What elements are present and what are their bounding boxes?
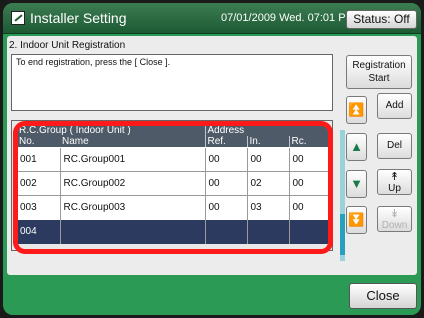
cell-in: 02: [246, 171, 289, 196]
cell-name: RC.Group002: [59, 171, 205, 196]
cell-ref: 00: [204, 171, 247, 196]
line-up-icon: ▲: [350, 139, 363, 154]
delete-button[interactable]: Del: [377, 133, 412, 159]
cell-name: [59, 219, 205, 244]
cell-ref: 00: [204, 147, 247, 172]
table-row[interactable]: 002 RC.Group002 00 02 00: [17, 171, 328, 196]
page-up-icon: ⏫: [348, 102, 365, 117]
cell-ref: [204, 219, 247, 244]
cell-no: 003: [17, 195, 60, 220]
move-down-button[interactable]: ↡ Down: [377, 206, 412, 232]
line-up-button[interactable]: ▲: [346, 133, 367, 161]
cell-in: 00: [246, 147, 289, 172]
unit-registration-table: R.C.Group ( Indoor Unit ) Address No. Na…: [17, 125, 328, 244]
move-up-button[interactable]: ↟ Up: [377, 169, 412, 195]
line-down-icon: ▼: [350, 176, 363, 191]
add-button[interactable]: Add: [377, 93, 412, 119]
move-up-icon: ↟: [389, 171, 400, 183]
cell-name: RC.Group003: [59, 195, 205, 220]
datetime-display: 07/01/2009 Wed. 07:01 PM: [221, 12, 355, 24]
window-title: Installer Setting: [30, 10, 127, 26]
registration-panel: 2. Indoor Unit Registration To end regis…: [7, 36, 417, 275]
cell-name: RC.Group001: [59, 147, 205, 172]
move-down-icon: ↡: [389, 208, 400, 220]
message-box: To end registration, press the [ Close ]…: [11, 54, 333, 111]
table-row[interactable]: 001 RC.Group001 00 00 00: [17, 147, 328, 172]
column-header-no: No.: [17, 136, 60, 148]
list-scrollbar-thumb[interactable]: [340, 214, 345, 255]
column-header-in: In.: [246, 136, 289, 148]
close-button[interactable]: Close: [349, 283, 417, 309]
cell-rc: 00: [288, 147, 328, 172]
column-header-rc: Rc.: [288, 136, 328, 148]
page-down-icon: ⏬: [348, 212, 365, 227]
cell-rc: [288, 219, 328, 244]
section-title: 2. Indoor Unit Registration: [9, 40, 126, 51]
app-screen: Installer Setting 07/01/2009 Wed. 07:01 …: [3, 3, 421, 315]
column-header-ref: Ref.: [204, 136, 247, 148]
move-down-label: Down: [381, 220, 408, 231]
title-bar: Installer Setting 07/01/2009 Wed. 07:01 …: [3, 3, 421, 34]
cell-in: [246, 219, 289, 244]
cell-ref: 00: [204, 195, 247, 220]
registration-start-button[interactable]: Registration Start: [346, 55, 412, 89]
page-down-button[interactable]: ⏬: [346, 206, 367, 234]
page-up-button[interactable]: ⏫: [346, 96, 367, 124]
settings-app-icon: [11, 11, 25, 25]
table-row-selected[interactable]: 004: [17, 219, 328, 244]
cell-no: 001: [17, 147, 60, 172]
status-button[interactable]: Status: Off: [346, 10, 417, 29]
cell-rc: 00: [288, 171, 328, 196]
cell-rc: 00: [288, 195, 328, 220]
cell-in: 03: [246, 195, 289, 220]
cell-no: 004: [17, 219, 60, 244]
group-column-header: R.C.Group ( Indoor Unit ): [17, 125, 205, 136]
address-column-header: Address: [204, 125, 328, 136]
line-down-button[interactable]: ▼: [346, 170, 367, 198]
message-text: To end registration, press the [ Close ]…: [16, 57, 171, 67]
cell-no: 002: [17, 171, 60, 196]
column-header-name: Name: [60, 136, 205, 148]
table-row[interactable]: 003 RC.Group003 00 03 00: [17, 195, 328, 220]
registration-start-label-line1: Registration: [352, 60, 406, 71]
move-up-label: Up: [388, 183, 401, 194]
registration-start-label-line2: Start: [368, 73, 390, 84]
